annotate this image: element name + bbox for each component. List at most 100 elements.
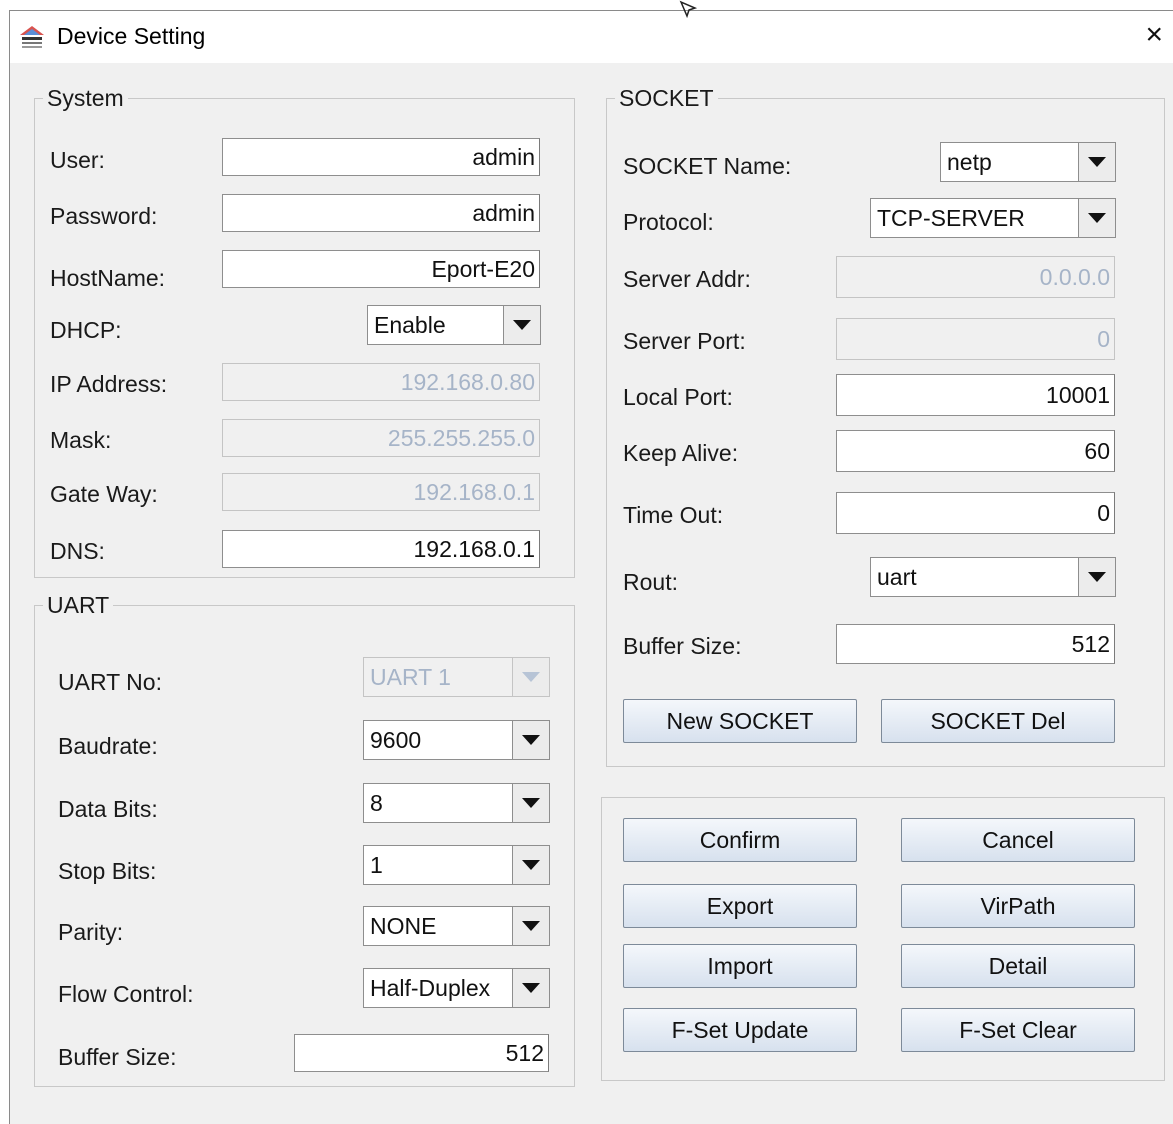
- server-addr-label: Server Addr:: [623, 266, 751, 292]
- chevron-down-icon: [522, 798, 540, 808]
- keep-alive-input[interactable]: [836, 430, 1115, 472]
- mask-input: [222, 419, 540, 457]
- import-button[interactable]: Import: [623, 944, 857, 988]
- dhcp-label: DHCP:: [50, 317, 122, 343]
- data-bits-select[interactable]: 8: [363, 783, 550, 823]
- virpath-button[interactable]: VirPath: [901, 884, 1135, 928]
- uart-group: UART UART No: UART 1 Baudrate: 9600 Data…: [34, 592, 575, 1087]
- chevron-down-icon: [522, 735, 540, 745]
- chevron-down-icon: [522, 672, 540, 682]
- rout-select[interactable]: uart: [870, 557, 1116, 597]
- uart-no-label: UART No:: [58, 669, 162, 695]
- stop-bits-select[interactable]: 1: [363, 845, 550, 885]
- stop-bits-dropdown-button[interactable]: [512, 846, 549, 884]
- gateway-input: [222, 473, 540, 511]
- title-bar: Device Setting ×: [10, 11, 1173, 63]
- dns-label: DNS:: [50, 538, 105, 564]
- local-port-input[interactable]: [836, 374, 1115, 416]
- actions-group: Confirm Cancel Export VirPath Import Det…: [601, 797, 1165, 1081]
- password-input[interactable]: [222, 194, 540, 232]
- user-input[interactable]: [222, 138, 540, 176]
- password-label: Password:: [50, 203, 158, 229]
- cancel-button[interactable]: Cancel: [901, 818, 1135, 862]
- stop-bits-label: Stop Bits:: [58, 858, 157, 884]
- uart-no-dropdown-button: [512, 658, 549, 696]
- chevron-down-icon: [522, 860, 540, 870]
- protocol-selected-value: TCP-SERVER: [877, 205, 1025, 231]
- hostname-input[interactable]: [222, 250, 540, 288]
- device-setting-window: Device Setting × System User: Password: …: [9, 10, 1173, 1124]
- parity-selected-value: NONE: [370, 913, 437, 939]
- dns-input[interactable]: [222, 530, 540, 568]
- dhcp-dropdown-button[interactable]: [503, 306, 540, 344]
- stop-bits-selected-value: 1: [370, 852, 383, 878]
- detail-button[interactable]: Detail: [901, 944, 1135, 988]
- mask-label: Mask:: [50, 427, 112, 453]
- flow-control-selected-value: Half-Duplex: [370, 975, 491, 1001]
- flow-control-label: Flow Control:: [58, 981, 194, 1007]
- flow-control-dropdown-button[interactable]: [512, 969, 549, 1007]
- baudrate-label: Baudrate:: [58, 733, 158, 759]
- chevron-down-icon: [1088, 157, 1106, 167]
- socket-name-select[interactable]: netp: [940, 142, 1116, 182]
- confirm-button[interactable]: Confirm: [623, 818, 857, 862]
- user-label: User:: [50, 147, 105, 173]
- mouse-cursor-icon: [679, 0, 698, 19]
- close-icon[interactable]: ×: [1145, 20, 1163, 50]
- server-port-input: [836, 318, 1115, 360]
- hostname-label: HostName:: [50, 265, 166, 291]
- chevron-down-icon: [1088, 572, 1106, 582]
- rout-selected-value: uart: [877, 564, 917, 590]
- socket-name-label: SOCKET Name:: [623, 153, 792, 179]
- new-socket-button[interactable]: New SOCKET: [623, 699, 857, 743]
- uart-no-select: UART 1: [363, 657, 550, 697]
- time-out-input[interactable]: [836, 492, 1115, 534]
- data-bits-dropdown-button[interactable]: [512, 784, 549, 822]
- server-addr-input: [836, 256, 1115, 298]
- gateway-label: Gate Way:: [50, 481, 158, 507]
- fset-clear-button[interactable]: F-Set Clear: [901, 1008, 1135, 1052]
- parity-select[interactable]: NONE: [363, 906, 550, 946]
- chevron-down-icon: [1088, 213, 1106, 223]
- socket-buffer-size-label: Buffer Size:: [623, 633, 742, 659]
- local-port-label: Local Port:: [623, 384, 733, 410]
- baudrate-selected-value: 9600: [370, 727, 422, 753]
- uart-buffer-size-label: Buffer Size:: [58, 1044, 177, 1070]
- dhcp-select[interactable]: Enable: [367, 305, 541, 345]
- ip-address-input: [222, 363, 540, 401]
- socket-name-selected-value: netp: [947, 149, 992, 175]
- uart-buffer-size-input[interactable]: [294, 1034, 549, 1072]
- rout-dropdown-button[interactable]: [1078, 558, 1115, 596]
- chevron-down-icon: [513, 320, 531, 330]
- socket-del-button[interactable]: SOCKET Del: [881, 699, 1115, 743]
- flow-control-select[interactable]: Half-Duplex: [363, 968, 550, 1008]
- socket-group: SOCKET SOCKET Name: netp Protocol: TCP-S…: [606, 85, 1165, 767]
- socket-buffer-size-input[interactable]: [836, 624, 1115, 664]
- system-group: System User: Password: HostName: DHCP: E…: [34, 85, 575, 578]
- socket-legend: SOCKET: [615, 85, 718, 111]
- protocol-select[interactable]: TCP-SERVER: [870, 198, 1116, 238]
- uart-no-selected-value: UART 1: [370, 664, 451, 690]
- fset-update-button[interactable]: F-Set Update: [623, 1008, 857, 1052]
- protocol-label: Protocol:: [623, 209, 714, 235]
- window-title: Device Setting: [57, 23, 206, 49]
- system-legend: System: [43, 85, 128, 111]
- ip-address-label: IP Address:: [50, 371, 168, 397]
- data-bits-label: Data Bits:: [58, 796, 158, 822]
- baudrate-select[interactable]: 9600: [363, 720, 550, 760]
- dhcp-selected-value: Enable: [374, 312, 446, 338]
- rout-label: Rout:: [623, 569, 678, 595]
- socket-name-dropdown-button[interactable]: [1078, 143, 1115, 181]
- time-out-label: Time Out:: [623, 502, 724, 528]
- app-logo-icon: [20, 26, 44, 48]
- chevron-down-icon: [522, 983, 540, 993]
- export-button[interactable]: Export: [623, 884, 857, 928]
- parity-label: Parity:: [58, 919, 124, 945]
- keep-alive-label: Keep Alive:: [623, 440, 739, 466]
- server-port-label: Server Port:: [623, 328, 746, 354]
- chevron-down-icon: [522, 921, 540, 931]
- parity-dropdown-button[interactable]: [512, 907, 549, 945]
- protocol-dropdown-button[interactable]: [1078, 199, 1115, 237]
- baudrate-dropdown-button[interactable]: [512, 721, 549, 759]
- data-bits-selected-value: 8: [370, 790, 383, 816]
